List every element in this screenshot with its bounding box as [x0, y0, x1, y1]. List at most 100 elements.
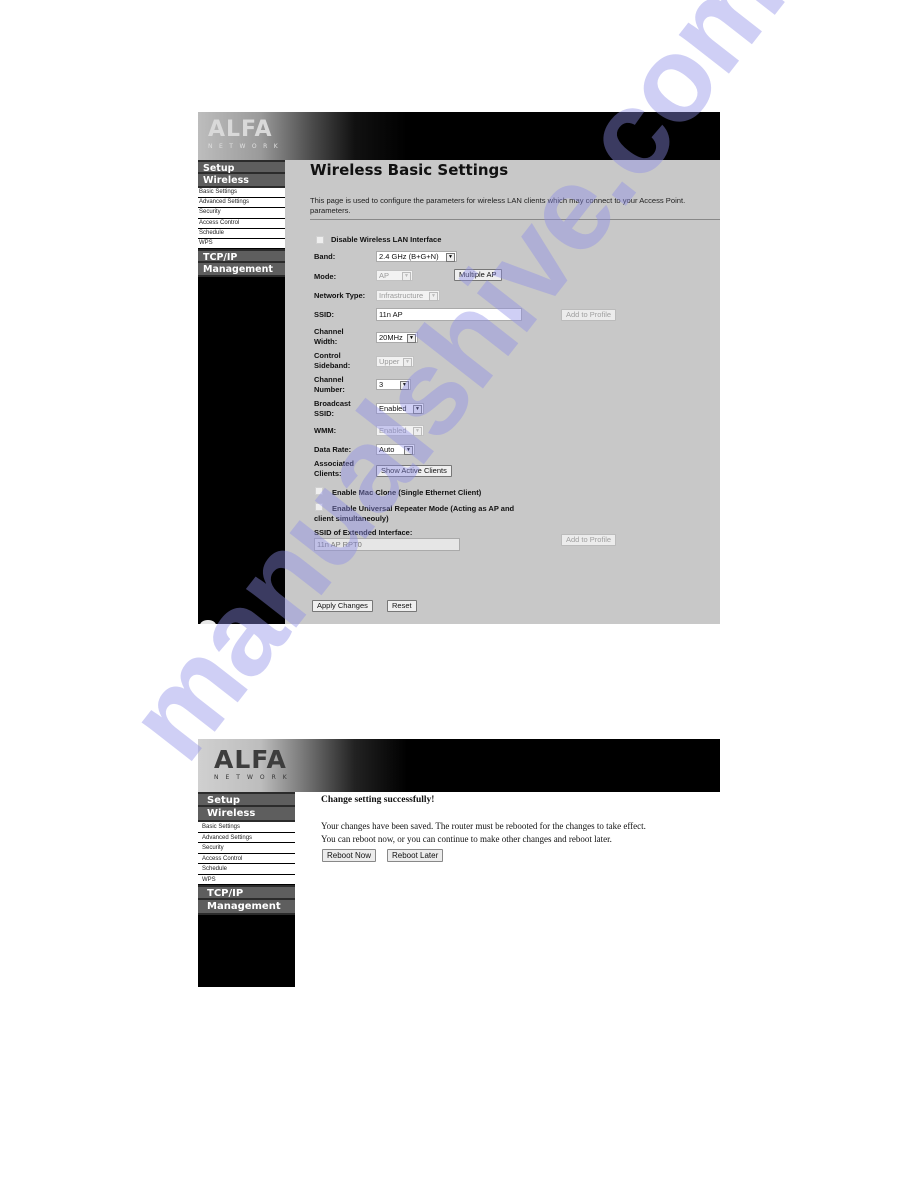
chevron-down-icon: ▼ — [400, 381, 409, 390]
apply-changes-button[interactable]: Apply Changes — [312, 600, 373, 612]
sidebar-section-setup[interactable]: Setup — [198, 160, 285, 174]
disable-wlan-checkbox[interactable] — [316, 236, 324, 244]
ssid-add-to-profile-button[interactable]: Add to Profile — [561, 309, 617, 321]
chevron-down-icon: ▼ — [407, 334, 416, 343]
mode-select[interactable]: AP ▼ — [376, 270, 413, 281]
control-sideband-label: Control Sideband: — [314, 351, 350, 371]
sidebar-section-tcpip[interactable]: TCP/IP — [198, 885, 295, 900]
broadcast-ssid-label-line2: SSID: — [314, 409, 335, 418]
band-value: 2.4 GHz (B+G+N) — [379, 252, 439, 261]
description-line1: This page is used to configure the param… — [310, 196, 686, 205]
sidebar-section-wireless[interactable]: Wireless — [198, 174, 285, 188]
broadcast-ssid-value: Enabled — [379, 404, 407, 413]
chevron-down-icon: ▼ — [413, 427, 422, 436]
data-rate-label: Data Rate: — [314, 445, 352, 454]
band-label: Band: — [314, 252, 336, 261]
logo-subtitle: NETWORK — [214, 774, 294, 781]
sidebar-item-basic-settings[interactable]: Basic Settings — [198, 188, 285, 199]
channel-number-label-line2: Number: — [314, 385, 345, 394]
universal-repeater-label: Enable Universal Repeater Mode (Acting a… — [314, 504, 554, 524]
multiple-ap-button[interactable]: Multiple AP — [454, 269, 502, 281]
sidebar-section-wireless[interactable]: Wireless — [198, 807, 295, 822]
associated-clients-label-line2: Clients: — [314, 469, 342, 478]
mac-clone-label: Enable Mac Clone (Single Ethernet Client… — [332, 488, 482, 497]
success-message-line2: You can reboot now, or you can continue … — [321, 834, 612, 844]
logo-word: ALFA — [214, 745, 287, 774]
mac-clone-checkbox[interactable] — [315, 487, 323, 495]
channel-width-select[interactable]: 20MHz ▼ — [376, 332, 418, 343]
disable-wlan-label: Disable Wireless LAN Interface — [331, 235, 442, 244]
alfa-network-logo: ALFA NETWORK — [208, 117, 285, 151]
show-active-clients-button[interactable]: Show Active Clients — [376, 465, 452, 477]
settings-form: Wireless Basic Settings This page is use… — [285, 160, 720, 624]
reboot-later-button[interactable]: Reboot Later — [387, 849, 444, 862]
broadcast-ssid-label-line1: Broadcast — [314, 399, 351, 408]
channel-width-label: Channel Width: — [314, 327, 344, 347]
ssid-input[interactable]: 11n AP — [376, 308, 522, 321]
wmm-label: WMM: — [314, 426, 337, 435]
description-line2: parameters. — [310, 206, 351, 215]
wireless-basic-settings-screenshot: ALFA NETWORK Setup Wireless Basic Settin… — [198, 112, 720, 624]
sidebar-item-security[interactable]: Security — [198, 208, 285, 219]
channel-number-select[interactable]: 3 ▼ — [376, 379, 411, 390]
sidebar-item-basic-settings[interactable]: Basic Settings — [198, 822, 295, 833]
sidebar-item-wps[interactable]: WPS — [198, 874, 295, 885]
sidebar-item-schedule[interactable]: Schedule — [198, 864, 295, 875]
success-message-line1: Your changes have been saved. The router… — [321, 821, 646, 831]
data-rate-value: Auto — [379, 445, 395, 454]
control-sideband-label-line2: Sideband: — [314, 361, 351, 370]
sidebar-section-setup[interactable]: Setup — [198, 792, 295, 807]
sidebar-section-management[interactable]: Management — [198, 900, 295, 915]
success-title: Change setting successfully! — [321, 795, 435, 805]
associated-clients-label: Associated Clients: — [314, 459, 354, 479]
sidebar-item-access-control[interactable]: Access Control — [198, 218, 285, 229]
chevron-down-icon: ▼ — [402, 272, 411, 281]
logo-subtitle: NETWORK — [208, 143, 285, 150]
header-banner: ALFA NETWORK — [198, 739, 720, 792]
header-banner: ALFA NETWORK — [198, 112, 720, 160]
wmm-select[interactable]: Enabled ▼ — [376, 425, 424, 436]
channel-number-label-line1: Channel — [314, 375, 344, 384]
chevron-down-icon: ▼ — [404, 446, 413, 455]
data-rate-select[interactable]: Auto ▼ — [376, 444, 415, 455]
network-type-label: Network Type: — [314, 291, 366, 300]
ssid-label: SSID: — [314, 310, 335, 319]
universal-repeater-label-line1: Enable Universal Repeater Mode (Acting a… — [332, 504, 515, 513]
page-title: Wireless Basic Settings — [310, 161, 509, 179]
network-type-value: Infrastructure — [379, 291, 424, 300]
reboot-now-button[interactable]: Reboot Now — [322, 849, 377, 862]
wmm-value: Enabled — [379, 426, 407, 435]
success-content: Change setting successfully! Your change… — [295, 792, 720, 987]
alfa-network-logo: ALFA NETWORK — [214, 747, 294, 781]
channel-number-value: 3 — [379, 380, 384, 389]
extended-ssid-label: SSID of Extended Interface: — [314, 528, 413, 537]
chevron-down-icon: ▼ — [413, 405, 422, 414]
extended-ssid-add-to-profile-button[interactable]: Add to Profile — [561, 534, 617, 546]
control-sideband-select[interactable]: Upper ▼ — [376, 356, 414, 367]
divider — [310, 219, 720, 220]
chevron-down-icon: ▼ — [446, 253, 455, 262]
channel-width-value: 20MHz — [379, 333, 403, 342]
control-sideband-label-line1: Control — [314, 351, 341, 360]
mode-value: AP — [379, 271, 390, 280]
sidebar-item-advanced-settings[interactable]: Advanced Settings — [198, 198, 285, 209]
change-success-screenshot: ALFA NETWORK Setup Wireless Basic Settin… — [198, 739, 720, 987]
mode-label: Mode: — [314, 272, 337, 281]
band-select[interactable]: 2.4 GHz (B+G+N) ▼ — [376, 251, 457, 262]
sidebar-item-advanced-settings[interactable]: Advanced Settings — [198, 832, 295, 843]
broadcast-ssid-select[interactable]: Enabled ▼ — [376, 403, 424, 414]
channel-number-label: Channel Number: — [314, 375, 345, 395]
logo-word: ALFA — [208, 117, 273, 142]
universal-repeater-label-line2: client simultaneouly) — [314, 514, 389, 523]
sidebar-item-security[interactable]: Security — [198, 843, 295, 854]
sidebar-item-access-control[interactable]: Access Control — [198, 853, 295, 864]
channel-width-label-line2: Width: — [314, 337, 338, 346]
control-sideband-value: Upper — [379, 357, 400, 366]
reset-button[interactable]: Reset — [387, 600, 417, 612]
network-type-select[interactable]: Infrastructure ▼ — [376, 290, 440, 301]
extended-ssid-input[interactable]: 11n AP RPT0 — [314, 538, 460, 551]
sidebar-item-wps[interactable]: WPS — [198, 238, 285, 250]
sidebar-item-schedule[interactable]: Schedule — [198, 228, 285, 239]
sidebar-section-management[interactable]: Management — [198, 263, 285, 278]
sidebar-section-tcpip[interactable]: TCP/IP — [198, 249, 285, 264]
